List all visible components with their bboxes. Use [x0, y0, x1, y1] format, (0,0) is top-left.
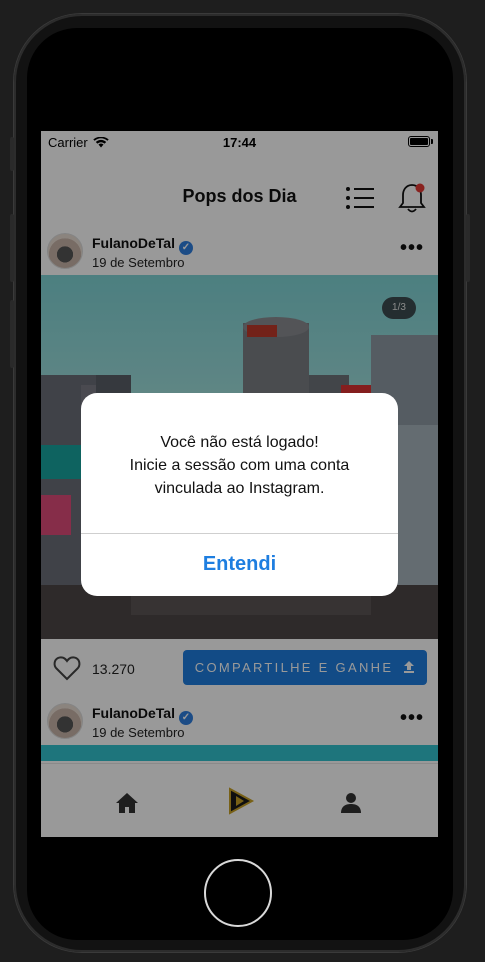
home-button[interactable]: [204, 859, 272, 927]
dialog-message: Você não está logado! Inicie a sessão co…: [91, 431, 388, 500]
entendi-button[interactable]: Entendi: [81, 533, 398, 596]
power-button: [466, 214, 470, 282]
mute-switch: [10, 137, 14, 171]
volume-up-button: [10, 214, 14, 282]
dialog-line-1: Você não está logado!: [160, 434, 319, 451]
login-alert-dialog: Você não está logado! Inicie a sessão co…: [81, 393, 398, 596]
volume-down-button: [10, 300, 14, 368]
dialog-line-3: vinculada ao Instagram.: [154, 480, 325, 497]
dialog-line-2: Inicie a sessão com uma conta: [129, 457, 350, 474]
